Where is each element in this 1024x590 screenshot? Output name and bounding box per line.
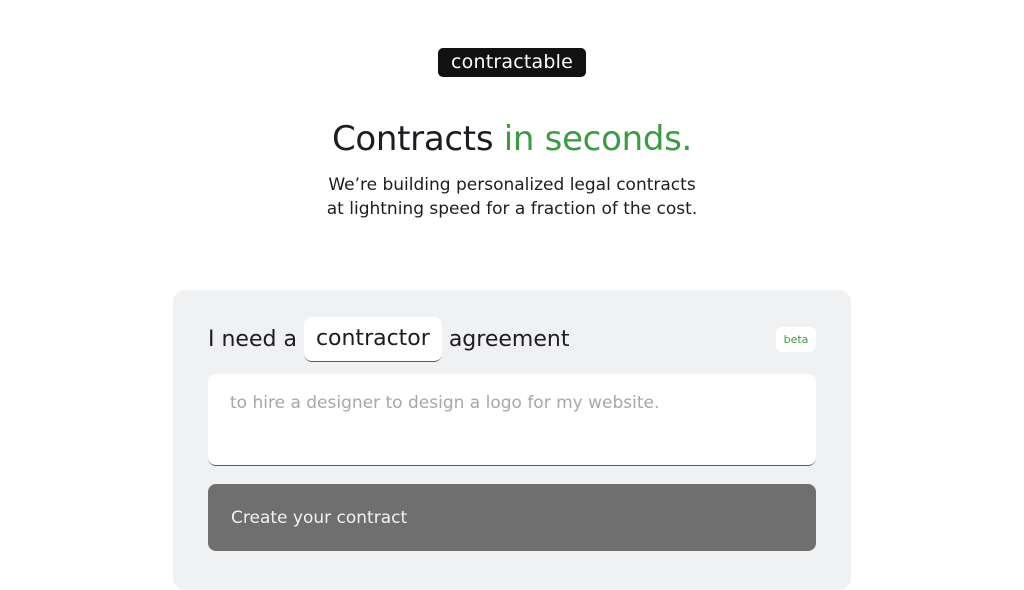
hero-subtitle-line-2: at lightning speed for a fraction of the…: [326, 199, 698, 219]
sentence-suffix: agreement: [448, 326, 570, 352]
brand-logo[interactable]: contractable: [438, 48, 586, 77]
contract-form-card: I need a contractor agreement beta Creat…: [173, 290, 851, 590]
hero-title: Contracts in seconds.: [0, 115, 1024, 163]
sentence-prefix: I need a: [208, 326, 297, 352]
hero-subtitle-line-1: We’re building personalized legal contra…: [328, 175, 696, 195]
hero-subtitle: We’re building personalized legal contra…: [0, 173, 1024, 221]
create-contract-button[interactable]: Create your contract: [208, 484, 816, 551]
contract-type-select[interactable]: contractor: [303, 316, 442, 362]
hero-title-accent: in seconds.: [503, 119, 693, 159]
beta-badge: beta: [776, 327, 816, 352]
hero-title-main: Contracts: [331, 119, 494, 159]
contract-type-sentence: I need a contractor agreement: [208, 316, 569, 362]
contract-description-input[interactable]: [208, 374, 816, 466]
